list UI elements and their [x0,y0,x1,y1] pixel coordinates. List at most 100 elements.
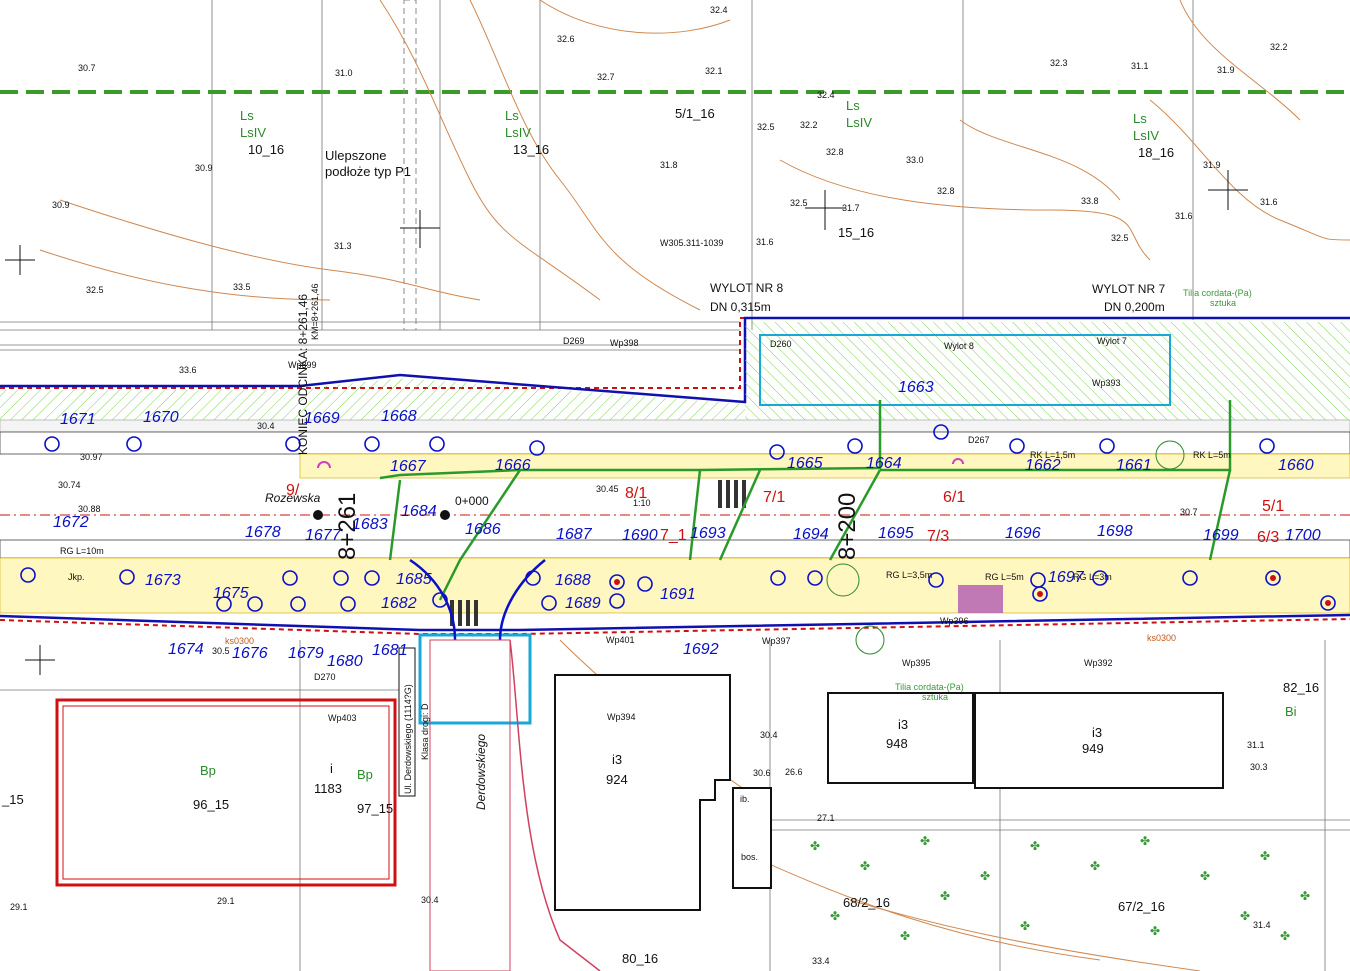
point-1689: 1689 [565,595,601,612]
svg-text:27.1: 27.1 [817,813,835,823]
point-1686: 1686 [465,521,501,538]
svg-text:Wp393: Wp393 [1092,378,1121,388]
point-1678: 1678 [245,524,281,541]
svg-text:✤: ✤ [1030,839,1040,853]
point-1688: 1688 [555,572,591,589]
svg-text:26.6: 26.6 [785,767,803,777]
svg-text:Bp: Bp [357,767,373,782]
svg-text:31.6: 31.6 [756,237,774,247]
svg-text:32.6: 32.6 [557,34,575,44]
point-1684: 1684 [401,503,437,520]
point-1660: 1660 [1278,457,1314,474]
svg-text:32.1: 32.1 [705,66,723,76]
svg-text:30.4: 30.4 [257,421,275,431]
svg-text:30.6: 30.6 [753,768,771,778]
svg-text:_15: _15 [1,792,24,807]
svg-text:32.5: 32.5 [757,122,775,132]
point-1695: 1695 [878,525,914,542]
svg-text:✤: ✤ [1240,909,1250,923]
svg-text:32.5: 32.5 [790,198,808,208]
svg-text:33.5: 33.5 [233,282,251,292]
svg-text:32.2: 32.2 [1270,42,1288,52]
svg-text:D260: D260 [770,339,792,349]
svg-text:30.7: 30.7 [1180,507,1198,517]
outlet-7-label: WYLOT NR 7 [1092,282,1165,296]
outlet-8-label: WYLOT NR 8 [710,281,783,295]
svg-text:30.4: 30.4 [760,730,778,740]
svg-text:31.9: 31.9 [1203,160,1221,170]
point-1662: 1662 [1025,457,1061,474]
svg-text:33.0: 33.0 [906,155,924,165]
station-end-text: KONIEC ODCINKA: 8+261,46 [296,294,310,455]
point-1693: 1693 [690,525,726,542]
point-1670: 1670 [143,409,179,426]
parcel-15-16: 15_16 [838,225,874,240]
svg-text:RK L=5m: RK L=5m [1193,450,1231,460]
svg-text:31.7: 31.7 [842,203,860,213]
svg-text:Ls: Ls [240,108,254,123]
svg-text:Jkp.: Jkp. [68,572,85,582]
svg-text:8/1: 8/1 [625,485,647,502]
svg-text:Wylot 8: Wylot 8 [944,341,974,351]
inlet-block [958,585,1003,613]
svg-text:31.1: 31.1 [1247,740,1265,750]
point-1661: 1661 [1116,457,1152,474]
svg-text:bos.: bos. [741,852,758,862]
svg-text:✤: ✤ [1260,849,1270,863]
svg-text:✤: ✤ [940,889,950,903]
svg-text:✤: ✤ [1300,889,1310,903]
svg-text:✤: ✤ [1200,869,1210,883]
svg-text:31.1: 31.1 [1131,61,1149,71]
svg-text:✤: ✤ [980,869,990,883]
parcel-18-16: 18_16 [1138,145,1174,160]
svg-text:LsIV: LsIV [1133,128,1159,143]
svg-text:32.5: 32.5 [1111,233,1129,243]
svg-text:Klasa drogi: D: Klasa drogi: D [420,703,430,760]
svg-text:RG L=10m: RG L=10m [60,546,104,556]
point-1677: 1677 [305,527,342,544]
svg-text:6/1: 6/1 [943,489,965,506]
svg-text:32.3: 32.3 [1050,58,1068,68]
derdowskiego-street: Derdowskiego [474,734,488,810]
station-0-000: 0+000 [455,494,489,508]
svg-text:i3: i3 [898,717,908,732]
point-1700: 1700 [1285,527,1321,544]
svg-text:Wp394: Wp394 [607,712,636,722]
svg-text:31.4: 31.4 [1253,920,1271,930]
svg-text:D267: D267 [968,435,990,445]
svg-text:✤: ✤ [920,834,930,848]
point-1679: 1679 [288,645,324,662]
point-1683: 1683 [352,516,388,533]
point-1671: 1671 [60,411,96,428]
svg-text:✤: ✤ [1280,929,1290,943]
point-1665: 1665 [787,455,823,472]
svg-text:sztuka: sztuka [922,692,948,702]
svg-text:32.2: 32.2 [800,120,818,130]
point-1694: 1694 [793,526,829,543]
svg-text:i3: i3 [1092,725,1102,740]
svg-text:6/3: 6/3 [1257,529,1279,546]
point-1690: 1690 [622,527,658,544]
point-1682: 1682 [381,595,417,612]
svg-text:✤: ✤ [1150,924,1160,938]
svg-text:33.6: 33.6 [179,365,197,375]
svg-text:31.0: 31.0 [335,68,353,78]
point-1699: 1699 [1203,527,1239,544]
road-lane-north [0,431,1350,455]
parcel-67-2-16: 67/2_16 [1118,899,1165,914]
svg-text:7/1: 7/1 [763,489,785,506]
svg-text:Ls: Ls [846,98,860,113]
building-949: 949 [1082,741,1104,756]
svg-text:RG L=3,5m: RG L=3,5m [886,570,932,580]
parcel-5-1-16: 5/1_16 [675,106,715,121]
svg-text:✤: ✤ [1020,919,1030,933]
svg-text:31.3: 31.3 [334,241,352,251]
svg-text:29.1: 29.1 [217,896,235,906]
svg-text:Wp392: Wp392 [1084,658,1113,668]
svg-text:32.4: 32.4 [817,90,835,100]
parcel-97-15: 97_15 [357,801,393,816]
building-924: 924 [606,772,628,787]
svg-text:LsIV: LsIV [846,115,872,130]
svg-text:LsIV: LsIV [240,125,266,140]
improved-substrate-label: Ulepszone [325,148,386,163]
